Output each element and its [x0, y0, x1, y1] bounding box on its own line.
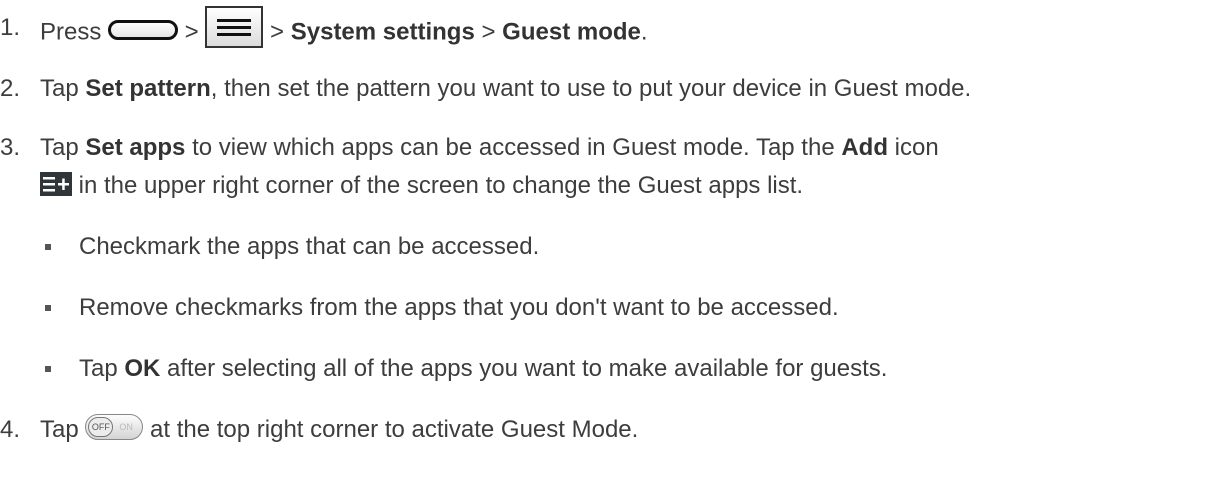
step-number: 2.: [0, 75, 21, 102]
bullet-marker: [45, 366, 51, 372]
text-run: icon: [888, 134, 939, 161]
off-on-toggle-icon: OFF ON: [85, 413, 144, 440]
instructions-page: 1. Press > > System settings > Guest mod…: [0, 0, 1207, 500]
text-run: >: [474, 18, 503, 46]
text-run: Tap: [40, 75, 86, 102]
step-text: Tap OFF ON at the top right corner to act…: [40, 413, 639, 446]
text-run: at the top right corner to activate Gues…: [143, 416, 639, 443]
bullet-text: Checkmark the apps that can be accessed.: [79, 233, 540, 260]
step-number: 1.: [0, 14, 21, 41]
step-number: 3.: [0, 134, 21, 161]
bold-term: Set apps: [85, 134, 186, 161]
text-run: >: [263, 18, 291, 46]
toggle-off-label: OFF: [88, 416, 114, 437]
text-run: Press: [40, 18, 109, 46]
text-run: to view which apps can be accessed in Gu…: [185, 134, 842, 161]
home-key-icon: [108, 20, 179, 40]
bullet-text: Tap OK after selecting all of the apps y…: [79, 353, 887, 385]
bullet-text: Remove checkmarks from the apps that you…: [79, 294, 839, 321]
text-run: .: [640, 18, 648, 46]
bold-term: Add: [841, 134, 888, 161]
bold-term: OK: [124, 355, 161, 382]
text-run: Tap: [79, 355, 125, 382]
bold-term: System settings: [290, 18, 475, 46]
text-run: Tap: [40, 134, 86, 161]
toggle-on-label: ON: [119, 421, 133, 432]
step-text: Press > > System settings > Guest mode.: [40, 6, 648, 54]
bullet-marker: [45, 244, 51, 250]
text-run: in the upper right corner of the screen …: [72, 172, 804, 199]
step-number: 4.: [0, 416, 21, 443]
bold-term: Guest mode: [502, 18, 641, 46]
text-run: >: [178, 18, 206, 46]
text-run: after selecting all of the apps you want…: [160, 355, 888, 382]
step-text: Tap Set apps to view which apps can be a…: [40, 132, 939, 164]
text-run: Tap: [40, 416, 86, 443]
step-text: Tap Set pattern, then set the pattern yo…: [40, 73, 971, 105]
menu-icon: [205, 6, 264, 48]
text-run: , then set the pattern you want to use t…: [210, 75, 972, 102]
add-icon: [40, 171, 72, 196]
bold-term: Set pattern: [85, 75, 211, 102]
bullet-marker: [45, 305, 51, 311]
step-text: in the upper right corner of the screen …: [40, 170, 803, 202]
